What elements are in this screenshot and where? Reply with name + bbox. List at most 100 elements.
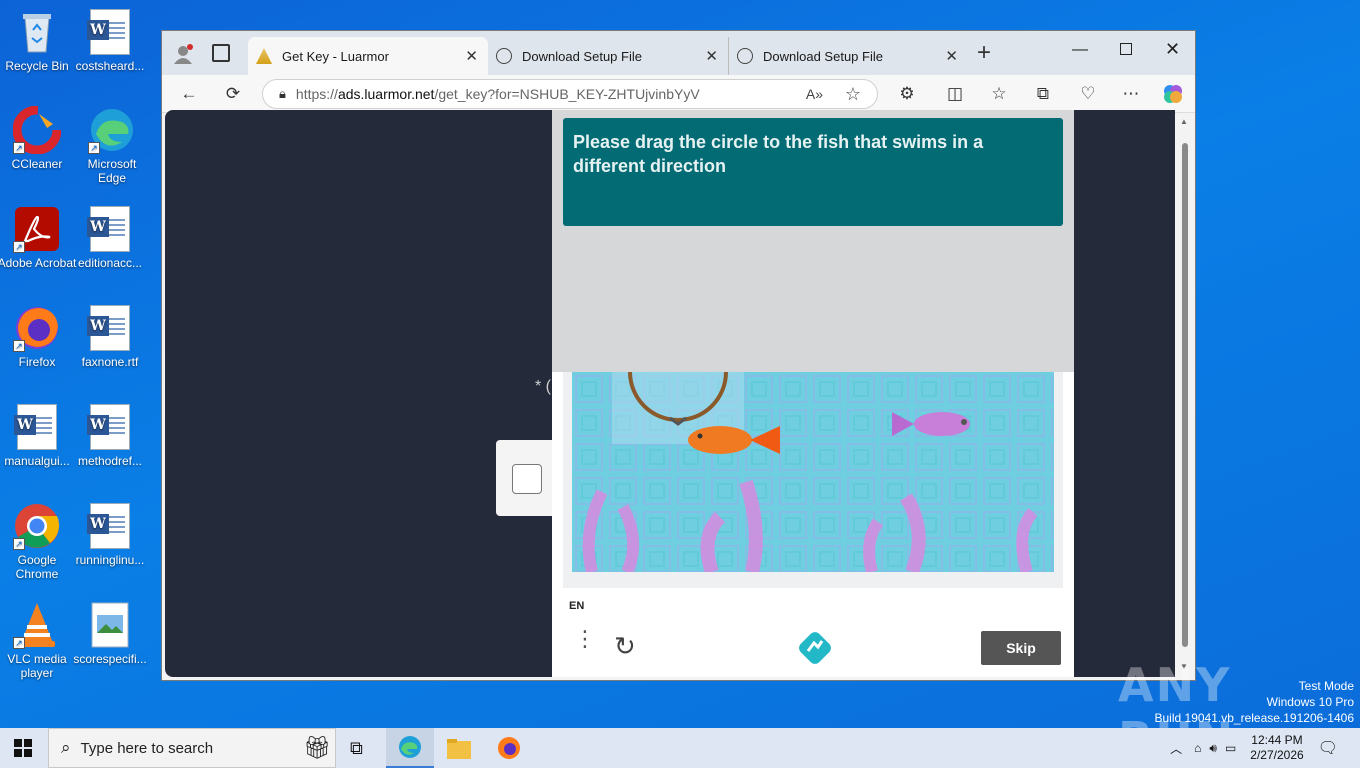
edge-icon (399, 736, 421, 758)
edge-icon: ↗ (88, 106, 136, 154)
desktop-icon-scorespecifi[interactable]: scorespecifi... (70, 601, 150, 666)
split-screen-icon[interactable]: ◫ (942, 81, 968, 107)
settings-more-icon[interactable]: ⋯ (1118, 81, 1144, 107)
browser-toolbar: ← ⟳ 🔒︎ https:// ads.luarmor.net /get_key… (162, 75, 1195, 113)
desktop-icon-methodref[interactable]: W methodref... (70, 403, 150, 468)
desktop-icon-costsheard[interactable]: W costsheard... (70, 8, 150, 73)
scrollbar-thumb[interactable] (1182, 143, 1188, 647)
globe-icon (496, 48, 512, 64)
refresh-challenge-icon[interactable]: ↻ (614, 631, 636, 662)
desktop-icon-vlc[interactable]: ↗ VLC media player (0, 601, 77, 680)
read-aloud-icon[interactable]: A» (806, 86, 823, 102)
tab-get-key[interactable]: Get Key - Luarmor ✕ (248, 37, 488, 75)
desktop-icon-label: editionacc... (77, 256, 143, 270)
show-hidden-icons-icon[interactable]: ︿ (1170, 740, 1182, 757)
captcha-footer: ⋮ ↻ Skip (552, 625, 1074, 677)
more-options-icon[interactable]: ⋮ (574, 628, 596, 650)
scroll-up-icon[interactable]: ▲ (1180, 117, 1188, 126)
profile-icon[interactable] (172, 43, 194, 65)
desktop-icon-label: Firefox (18, 355, 56, 369)
captcha-checkbox[interactable] (512, 464, 542, 494)
ccleaner-icon: ↗ (12, 105, 62, 155)
copilot-icon[interactable] (1160, 81, 1186, 107)
word-document-icon: W (86, 205, 134, 253)
desktop-icon-edge[interactable]: ↗ Microsoft Edge (72, 106, 152, 185)
desktop-icon-label: VLC media player (7, 652, 67, 680)
firefox-taskbar-icon[interactable] (497, 736, 521, 765)
desktop-icon-recycle-bin[interactable]: Recycle Bin (0, 8, 77, 73)
captcha-header-area: Please drag the circle to the fish that … (552, 110, 1074, 372)
url-host: ads.luarmor.net (337, 86, 435, 102)
windows-start-icon[interactable] (14, 739, 32, 762)
desktop-icon-chrome[interactable]: ↗ Google Chrome (0, 502, 77, 581)
gift-icon: 🎁︎ (303, 735, 331, 760)
word-document-icon: W (86, 502, 134, 550)
desktop-icon-label: methodref... (77, 454, 143, 468)
desktop-icon-ccleaner[interactable]: ↗ CCleaner (0, 105, 77, 171)
desktop-icon-label: Microsoft Edge (87, 157, 137, 185)
recycle-bin-icon (13, 8, 61, 56)
search-placeholder: Type here to search (80, 739, 214, 757)
network-icon[interactable]: ⌂ (1194, 741, 1201, 755)
desktop-icon-label: faxnone.rtf (81, 355, 139, 369)
tab-strip: Get Key - Luarmor ✕ Download Setup File … (162, 31, 1195, 75)
refresh-button[interactable]: ⟳ (220, 81, 246, 107)
desktop-icon-manualgui[interactable]: W manualgui... (0, 403, 77, 468)
back-button[interactable]: ← (176, 81, 202, 107)
collections-icon[interactable]: ⧉ (1030, 81, 1056, 107)
desktop-icon-adobe-acrobat[interactable]: ↗ Adobe Acrobat (0, 205, 77, 270)
desktop-icon-label: Google Chrome (15, 553, 59, 581)
clock-time: 12:44 PM (1251, 733, 1303, 747)
desktop-icon-faxnone[interactable]: W faxnone.rtf (70, 304, 150, 369)
close-tab-icon[interactable]: ✕ (705, 47, 718, 65)
notifications-icon[interactable]: 🗨︎ (1318, 738, 1338, 758)
close-tab-icon[interactable]: ✕ (945, 47, 958, 65)
word-document-icon: W (13, 403, 61, 451)
clock[interactable]: 12:44 PM 2/27/2026 (1250, 733, 1303, 763)
page-scrollbar[interactable]: ▲ ▼ (1179, 113, 1191, 673)
hcaptcha-logo-icon (798, 631, 832, 670)
desktop-icon-firefox[interactable]: ↗ Firefox (0, 304, 77, 369)
desktop-icon-editionacc[interactable]: W editionacc... (70, 205, 150, 270)
tab-title: Download Setup File (522, 48, 642, 64)
skip-button[interactable]: Skip (981, 631, 1061, 665)
minimize-button[interactable]: — (1072, 41, 1088, 59)
task-view-icon[interactable]: ⧉ (350, 738, 363, 759)
url-path: /get_key?for=NSHUB_KEY-ZHTUjvinbYyV (434, 86, 700, 102)
lock-icon: 🔒︎ (279, 86, 286, 101)
new-tab-button[interactable]: + (977, 39, 991, 67)
language-selector[interactable]: EN (569, 600, 584, 612)
favorites-icon[interactable]: ☆ (986, 81, 1012, 107)
firefox-icon: ↗ (13, 304, 61, 352)
taskbar-edge-button[interactable] (386, 728, 434, 768)
desktop-icon-runninglinu[interactable]: W runninglinu... (70, 502, 150, 567)
desktop-icon-label: Adobe Acrobat (0, 256, 77, 270)
file-explorer-icon[interactable] (447, 737, 471, 764)
search-icon: ⌕ (61, 738, 71, 757)
favorite-star-icon[interactable]: ☆ (845, 84, 861, 105)
tab-actions-icon[interactable] (212, 44, 230, 62)
watermark-line: Build 19041.vb_release.191206-1406 (1154, 711, 1355, 725)
browser-window: Get Key - Luarmor ✕ Download Setup File … (161, 30, 1196, 681)
desktop-icon-label: manualgui... (4, 454, 70, 468)
fish-pool-canvas (572, 372, 1054, 572)
url-prefix: https:// (295, 86, 338, 102)
tab-download-setup-2[interactable]: Download Setup File ✕ (728, 37, 968, 75)
address-bar[interactable]: 🔒︎ https:// ads.luarmor.net /get_key?for… (262, 79, 878, 109)
system-tray: ︿ ⌂ 🔊︎ ▭ 12:44 PM 2/27/2026 🗨︎ (1170, 728, 1360, 768)
maximize-button[interactable] (1120, 43, 1132, 55)
browser-essentials-icon[interactable]: ♡ (1075, 81, 1101, 107)
taskbar-search[interactable]: ⌕ Type here to search 🎁︎ (48, 728, 336, 768)
word-document-icon: W (86, 8, 134, 56)
captcha-game-area (563, 372, 1063, 588)
desktop-icon-label: Recycle Bin (5, 59, 69, 73)
clock-date: 2/27/2026 (1250, 748, 1304, 762)
close-tab-icon[interactable]: ✕ (465, 47, 478, 65)
globe-icon (737, 48, 753, 64)
input-indicator-icon[interactable]: ▭ (1225, 741, 1236, 755)
close-window-button[interactable]: ✕ (1165, 39, 1180, 60)
extensions-icon[interactable]: ⚙ (894, 81, 920, 107)
tab-download-setup-1[interactable]: Download Setup File ✕ (488, 37, 728, 75)
volume-icon[interactable]: 🔊︎ (1209, 741, 1217, 756)
captcha-prompt: Please drag the circle to the fish that … (563, 118, 1063, 226)
